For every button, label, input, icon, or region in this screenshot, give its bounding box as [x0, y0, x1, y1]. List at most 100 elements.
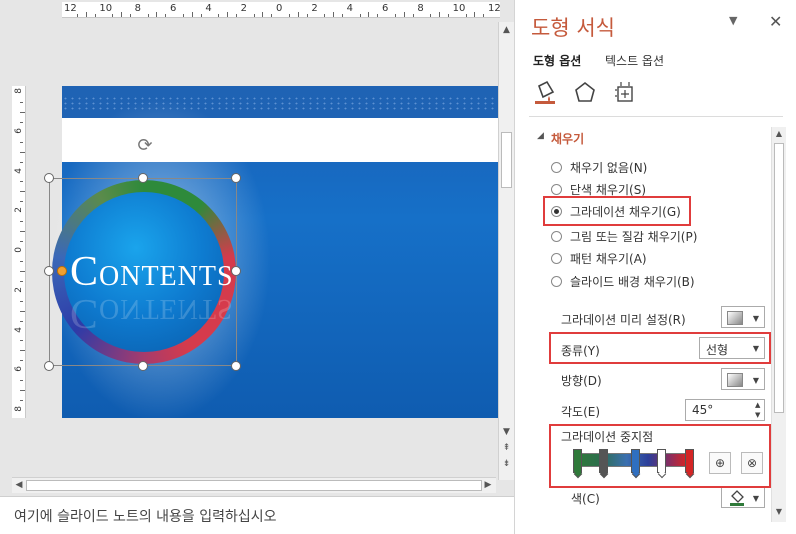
horizontal-scroll-thumb[interactable] — [26, 480, 482, 491]
ruler-tick — [191, 12, 193, 17]
prev-slide-icon[interactable]: ⇞ — [501, 442, 512, 454]
ruler-label: 2 — [14, 286, 24, 293]
size-properties-icon[interactable] — [613, 80, 637, 106]
ruler-label: 4 — [346, 3, 354, 14]
ruler-label: 6 — [170, 3, 177, 14]
pane-scroll-down-icon[interactable]: ▼ — [774, 507, 784, 516]
resize-handle-right[interactable] — [231, 266, 241, 276]
radio-label: 단색 채우기(S) — [570, 182, 646, 197]
resize-handle-bottom-left[interactable] — [44, 361, 54, 371]
scroll-right-icon[interactable]: ▶ — [482, 479, 494, 492]
next-slide-icon[interactable]: ⇟ — [501, 458, 512, 470]
app-window: 12 10 8 6 4 2 0 2 4 6 8 10 12 864202468 CONTENTS CON… — [0, 0, 796, 534]
ruler-tick — [20, 241, 23, 243]
effects-pentagon-icon[interactable] — [573, 80, 597, 106]
ruler-tick — [227, 12, 228, 17]
fill-line-icon[interactable] — [533, 80, 557, 106]
ruler-tick — [76, 14, 78, 17]
ruler-tick — [262, 12, 264, 17]
ruler-tick — [20, 161, 23, 163]
scroll-down-icon[interactable]: ▼ — [501, 426, 512, 438]
ruler-label: 4 — [14, 326, 24, 333]
scroll-up-icon[interactable]: ▲ — [501, 24, 512, 36]
scroll-left-icon[interactable]: ◀ — [13, 479, 25, 492]
ruler-tick — [147, 14, 149, 17]
color-dropdown[interactable]: ▼ — [721, 486, 765, 508]
gradient-swatch — [727, 311, 743, 325]
resize-handle-bottom-right[interactable] — [231, 361, 241, 371]
vertical-scrollbar[interactable]: ▲ ▼ ⇞ ⇟ — [498, 22, 514, 480]
ruler-label: 4 — [14, 167, 24, 174]
collapse-caret-icon[interactable]: ◢ — [537, 131, 544, 141]
ruler-tick — [297, 12, 299, 17]
direction-dropdown[interactable]: ▼ — [721, 368, 765, 390]
direction-swatch — [727, 373, 743, 387]
tab-text-options[interactable]: 텍스트 옵션 — [605, 52, 664, 69]
slide-editor: 12 10 8 6 4 2 0 2 4 6 8 10 12 864202468 CONTENTS CON… — [0, 0, 514, 534]
adjust-handle[interactable] — [57, 266, 67, 276]
resize-handle-top-left[interactable] — [44, 173, 54, 183]
radio-label: 채우기 없음(N) — [570, 160, 648, 175]
notes-pane[interactable]: 여기에 슬라이드 노트의 내용을 입력하십시오 — [0, 496, 514, 534]
ruler-tick — [447, 14, 449, 17]
ruler-tick — [20, 181, 23, 183]
ruler-tick — [20, 300, 23, 302]
ruler-tick — [20, 270, 25, 272]
radio-circle — [551, 230, 562, 242]
ruler-label: 6 — [382, 3, 389, 14]
ruler-tick — [20, 231, 25, 233]
color-label: 색(C) — [571, 492, 600, 506]
close-icon[interactable]: ✕ — [769, 12, 782, 31]
notes-placeholder: 여기에 슬라이드 노트의 내용을 입력하십시오 — [14, 509, 277, 525]
ruler-label: 8 — [14, 406, 24, 412]
ruler-tick — [306, 14, 308, 17]
ruler-tick — [20, 221, 23, 223]
ruler-tick — [20, 201, 23, 203]
gradient-preset-dropdown[interactable]: ▼ — [721, 306, 765, 328]
ruler-label: 12 — [64, 3, 77, 14]
vertical-ruler[interactable]: 8 6 4 2 0 2 4 6 8 — [12, 86, 26, 418]
ruler-tick — [20, 380, 23, 382]
ruler-tick — [271, 14, 273, 17]
ruler-tick — [20, 360, 23, 362]
fill-section-header[interactable]: 채우기 — [551, 130, 584, 147]
ruler-tick — [394, 14, 396, 17]
vertical-scroll-thumb[interactable] — [501, 132, 512, 188]
ruler-tick — [359, 14, 361, 17]
radio-pattern-fill[interactable]: 패턴 채우기(A) — [551, 249, 647, 267]
resize-handle-top[interactable] — [138, 173, 148, 183]
ruler-tick — [20, 151, 25, 153]
radio-slide-background-fill[interactable]: 슬라이드 배경 채우기(B) — [551, 272, 695, 290]
direction-label: 방향(D) — [561, 374, 602, 388]
pane-scroll-thumb[interactable] — [774, 143, 784, 413]
ruler-label: 10 — [452, 3, 466, 14]
pane-scrollbar[interactable]: ▲ ▼ — [771, 127, 786, 522]
resize-handle-top-right[interactable] — [231, 173, 241, 183]
radio-no-fill[interactable]: 채우기 없음(N) — [551, 158, 647, 176]
ruler-tick — [253, 14, 255, 17]
ruler-tick — [165, 14, 167, 17]
ruler-tick — [439, 12, 440, 17]
ruler-tick — [20, 340, 23, 342]
ruler-label: 2 — [311, 3, 318, 14]
dropdown-arrow-icon: ▼ — [752, 494, 759, 503]
horizontal-ruler[interactable]: 12 10 8 6 4 2 0 2 4 6 8 10 12 — [62, 2, 501, 18]
ruler-tick — [182, 14, 184, 17]
radio-picture-fill[interactable]: 그림 또는 질감 채우기(P) — [551, 227, 697, 245]
pane-scroll-up-icon[interactable]: ▲ — [774, 129, 784, 138]
angle-spinner-icon[interactable]: ▲ ▼ — [755, 400, 765, 420]
resize-handle-bottom[interactable] — [138, 361, 148, 371]
ruler-tick — [20, 390, 25, 392]
tab-shape-options[interactable]: 도형 옵션 — [533, 52, 581, 69]
horizontal-scrollbar[interactable]: ◀ ▶ — [12, 477, 496, 493]
ruler-tick — [288, 14, 290, 17]
resize-handle-left[interactable] — [44, 266, 54, 276]
pane-options-chevron-icon[interactable]: ▼ — [729, 14, 737, 27]
ruler-tick — [20, 280, 23, 282]
ruler-tick — [20, 191, 25, 193]
ruler-label: 10 — [99, 3, 113, 14]
radio-label: 패턴 채우기(A) — [570, 251, 647, 266]
rotate-handle-icon[interactable]: ⟳ — [135, 136, 155, 156]
angle-input[interactable]: 45° — [685, 399, 765, 421]
ruler-label: 6 — [14, 366, 24, 372]
